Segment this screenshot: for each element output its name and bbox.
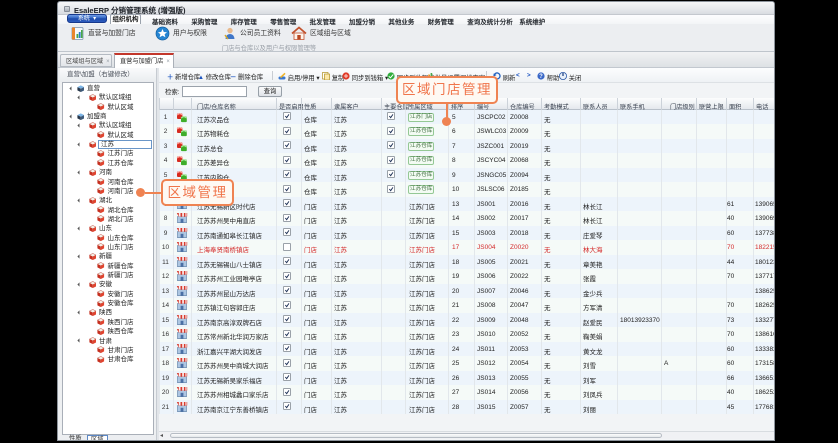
svg-text:?: ?: [539, 74, 543, 80]
